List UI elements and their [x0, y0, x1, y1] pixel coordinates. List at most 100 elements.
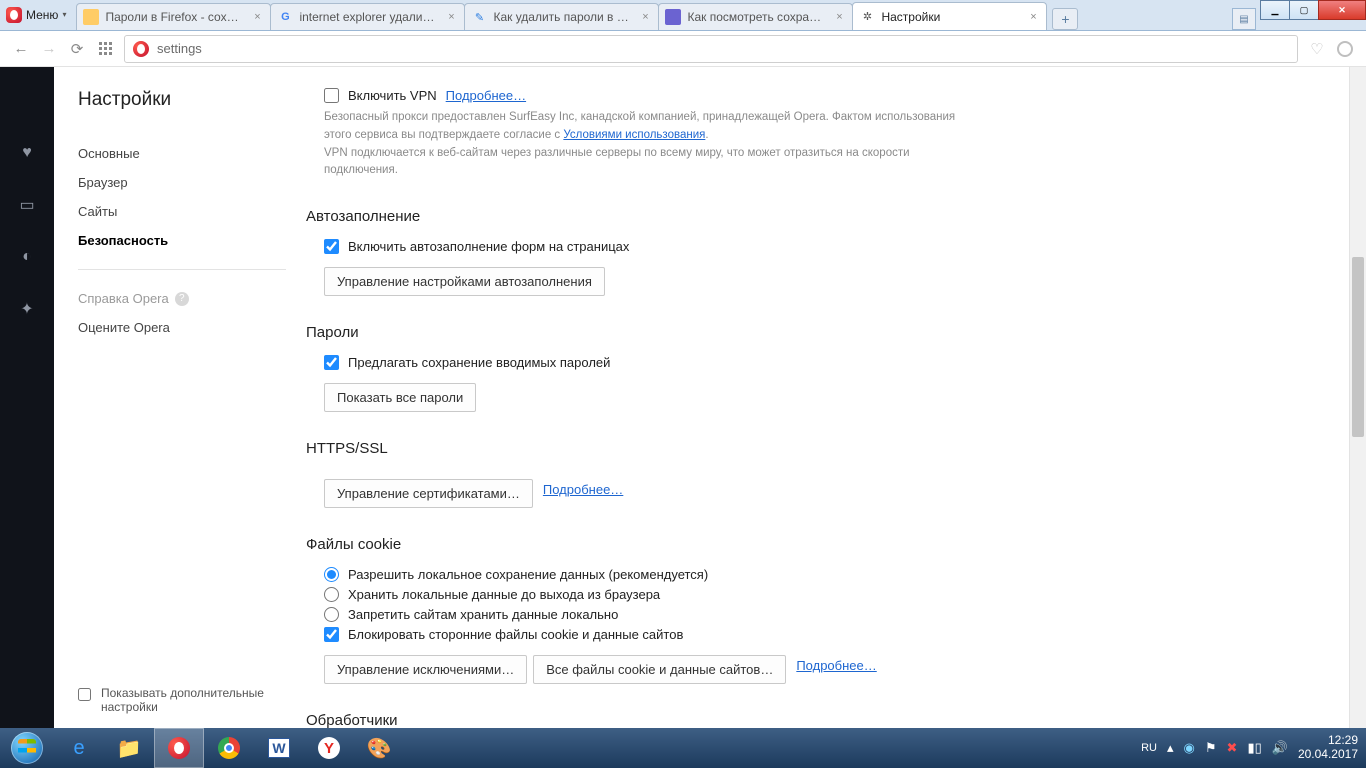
window-controls [1261, 0, 1366, 20]
tray-volume-icon[interactable]: 🔊 [1272, 740, 1288, 756]
autofill-manage-button[interactable]: Управление настройками автозаполнения [324, 267, 605, 296]
cookies-opt3-row[interactable]: Запретить сайтам хранить данные локально [324, 607, 1266, 622]
clock-date: 20.04.2017 [1298, 748, 1358, 762]
cookies-exceptions-button[interactable]: Управление исключениями… [324, 655, 527, 684]
cookies-block3p-label: Блокировать сторонние файлы cookie и дан… [348, 627, 683, 642]
cookies-opt1-row[interactable]: Разрешить локальное сохранение данных (р… [324, 567, 1266, 582]
grid-icon [99, 42, 112, 55]
passwords-offer-checkbox[interactable] [324, 355, 339, 370]
vpn-learn-more-link[interactable]: Подробнее… [446, 88, 526, 103]
taskbar-paint[interactable]: 🎨 [354, 728, 404, 768]
profile-icon [1337, 41, 1353, 57]
tab-settings[interactable]: ✲ Настройки × [852, 2, 1047, 30]
vpn-description: Безопасный прокси предоставлен SurfEasy … [324, 109, 964, 180]
tab-close-icon[interactable]: × [444, 10, 458, 24]
cookies-all-data-button[interactable]: Все файлы cookie и данные сайтов… [533, 655, 786, 684]
back-button[interactable]: ← [12, 40, 30, 58]
apps-button[interactable] [96, 40, 114, 58]
chevron-down-icon: ▾ [62, 10, 66, 19]
window-close-button[interactable] [1318, 0, 1366, 20]
tab-close-icon[interactable]: × [832, 10, 846, 24]
cookies-learn-more-link[interactable]: Подробнее… [796, 658, 876, 673]
tab-close-icon[interactable]: × [250, 10, 264, 24]
settings-main[interactable]: VPN Включить VPN Подробнее… Безопасный п… [306, 67, 1366, 728]
sidebar-item-security[interactable]: Безопасность [78, 226, 286, 255]
opera-menu-button[interactable]: Меню ▾ [0, 0, 76, 30]
gear-icon: ✲ [859, 9, 875, 25]
tab-title: internet explorer удалить … [299, 10, 438, 24]
cookies-opt2-label: Хранить локальные данные до выхода из бр… [348, 587, 660, 602]
tab-ie-delete[interactable]: G internet explorer удалить … × [270, 3, 465, 30]
address-bar[interactable]: settings [124, 35, 1298, 63]
speed-dial-button[interactable] [17, 91, 37, 111]
window-minimize-button[interactable] [1260, 0, 1290, 20]
scrollbar[interactable] [1349, 67, 1366, 728]
passwords-show-button[interactable]: Показать все пароли [324, 383, 476, 412]
show-advanced-input[interactable] [78, 688, 91, 701]
sidebar-item-sites[interactable]: Сайты [78, 197, 286, 226]
tab-overflow-button[interactable]: ▤ [1232, 8, 1256, 30]
taskbar-clock[interactable]: 12:29 20.04.2017 [1298, 734, 1366, 762]
sidebar-item-basic[interactable]: Основные [78, 139, 286, 168]
tray-flag-icon[interactable]: ⚑ [1205, 740, 1217, 756]
cookies-opt3-radio[interactable] [324, 607, 339, 622]
history-rail-button[interactable]: ◐ [17, 247, 37, 267]
forward-button[interactable]: → [40, 40, 58, 58]
cookies-block3p-row[interactable]: Блокировать сторонние файлы cookie и дан… [324, 627, 1266, 642]
vpn-enable-row[interactable]: Включить VPN Подробнее… [324, 88, 1266, 103]
bookmark-button[interactable]: ♡ [1308, 40, 1326, 58]
cookies-opt2-radio[interactable] [324, 587, 339, 602]
vpn-enable-checkbox[interactable] [324, 88, 339, 103]
tab-strip: Меню ▾ Пароли в Firefox - сохран… × G in… [0, 0, 1366, 31]
autofill-enable-row[interactable]: Включить автозаполнение форм на страница… [324, 239, 1266, 254]
tray-chevron-icon[interactable]: ▴ [1167, 740, 1174, 756]
window-maximize-button[interactable] [1289, 0, 1319, 20]
opera-page-icon [133, 41, 149, 57]
tab-view-saved[interactable]: Как посмотреть сохранен… × [658, 3, 853, 30]
taskbar-word[interactable]: W [254, 728, 304, 768]
https-learn-more-link[interactable]: Подробнее… [543, 482, 623, 497]
taskbar-ie[interactable]: e [54, 728, 104, 768]
taskbar-chrome[interactable] [204, 728, 254, 768]
extensions-rail-button[interactable]: ✦ [17, 299, 37, 319]
vpn-terms-link[interactable]: Условиями использования [563, 129, 705, 141]
cookies-opt1-radio[interactable] [324, 567, 339, 582]
passwords-offer-row[interactable]: Предлагать сохранение вводимых паролей [324, 355, 1266, 370]
section-cookies-title: Файлы cookie [306, 536, 1266, 553]
tray-network-icon[interactable]: ▮▯ [1247, 740, 1261, 756]
tray-security-icon[interactable]: ✖ [1227, 740, 1238, 756]
tray-app-icon[interactable]: ◉ [1184, 740, 1195, 756]
autofill-enable-checkbox[interactable] [324, 239, 339, 254]
reload-button[interactable]: ⟳ [68, 40, 86, 58]
show-advanced-checkbox[interactable]: Показывать дополнительные настройки [78, 686, 271, 714]
sidebar-rate-link[interactable]: Оцените Opera [78, 313, 286, 342]
tab-delete-passwords[interactable]: ✎ Как удалить пароли в бра… × [464, 3, 659, 30]
cookies-opt2-row[interactable]: Хранить локальные данные до выхода из бр… [324, 587, 1266, 602]
section-handlers-title: Обработчики [306, 712, 1266, 728]
tray-lang[interactable]: RU [1141, 742, 1157, 754]
sidebar-item-browser[interactable]: Браузер [78, 168, 286, 197]
bookmarks-rail-button[interactable]: ♥ [17, 143, 37, 163]
taskbar-explorer[interactable]: 📁 [104, 728, 154, 768]
taskbar-yandex[interactable]: Y [304, 728, 354, 768]
new-tab-button[interactable]: + [1052, 8, 1078, 30]
scrollbar-thumb[interactable] [1352, 257, 1364, 437]
page-icon [665, 9, 681, 25]
tab-firefox-passwords[interactable]: Пароли в Firefox - сохран… × [76, 3, 271, 30]
sidebar-help-label: Справка Opera [78, 291, 169, 306]
tab-title: Настройки [881, 10, 1020, 24]
system-tray[interactable]: RU ▴ ◉ ⚑ ✖ ▮▯ 🔊 [1131, 740, 1298, 756]
start-button[interactable] [0, 728, 54, 768]
toolbar: ← → ⟳ settings ♡ [0, 31, 1366, 67]
page-icon: ✎ [471, 9, 487, 25]
cookies-opt3-label: Запретить сайтам хранить данные локально [348, 607, 618, 622]
opera-logo-icon [6, 7, 22, 23]
tab-close-icon[interactable]: × [1026, 10, 1040, 24]
taskbar-opera[interactable] [154, 728, 204, 768]
tab-close-icon[interactable]: × [638, 10, 652, 24]
sidebar-help-link[interactable]: Справка Opera ? [78, 284, 286, 313]
cookies-block3p-checkbox[interactable] [324, 627, 339, 642]
https-manage-button[interactable]: Управление сертификатами… [324, 479, 533, 508]
profile-button[interactable] [1336, 40, 1354, 58]
news-rail-button[interactable]: ▭ [17, 195, 37, 215]
